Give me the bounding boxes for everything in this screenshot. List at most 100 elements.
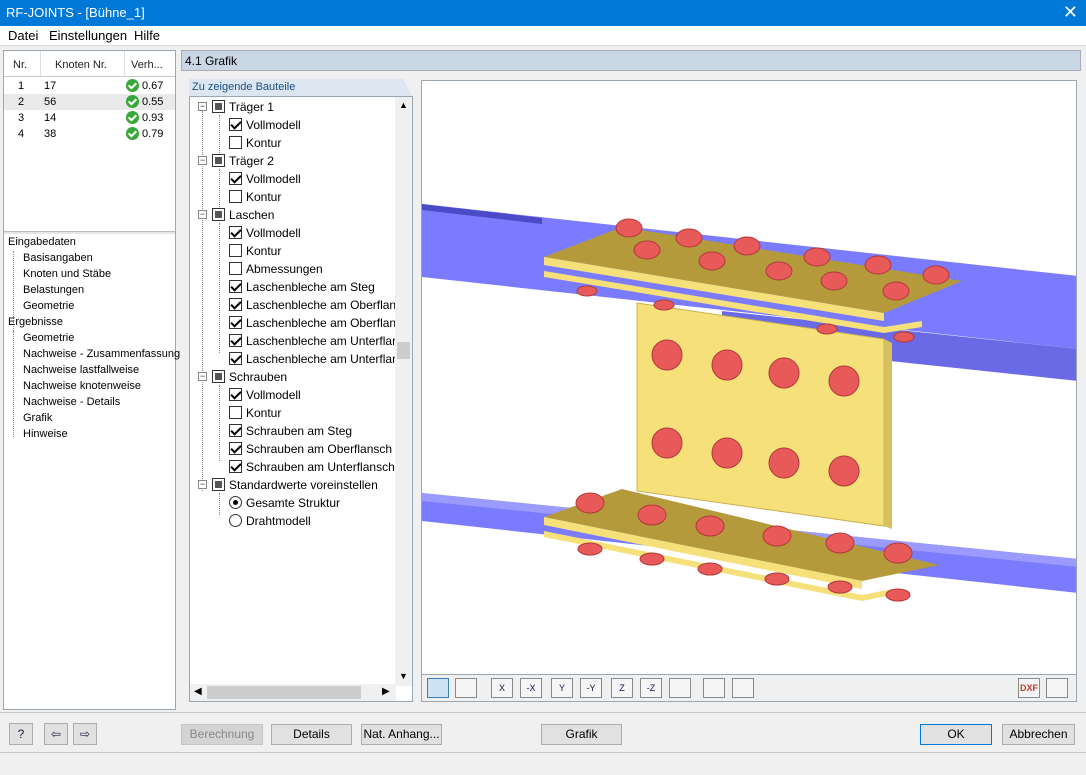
tree-item-label[interactable]: Vollmodell (246, 118, 301, 132)
tree-item-label[interactable]: Schrauben am Steg (246, 424, 352, 438)
nav-item-geometrie[interactable]: Geometrie (23, 300, 74, 312)
scroll-left-icon[interactable]: ◀ (194, 686, 202, 697)
radio-label[interactable]: Gesamte Struktur (246, 496, 340, 510)
nav-item-knoten-staebe[interactable]: Knoten und Stäbe (23, 268, 111, 280)
checkbox-laschen[interactable] (212, 208, 225, 221)
tree-item-label[interactable]: Kontur (246, 406, 281, 420)
tree-item-label[interactable]: Vollmodell (246, 172, 301, 186)
tree-item-label[interactable]: Kontur (246, 136, 281, 150)
checkbox-traeger1-kontur[interactable] (229, 136, 242, 149)
nav-item-geometrie-result[interactable]: Geometrie (23, 332, 74, 344)
tree-vertical-scrollbar[interactable]: ▲ ▼ (395, 97, 412, 686)
col-header-nr[interactable]: Nr. (4, 51, 40, 77)
collapse-icon[interactable]: − (198, 480, 207, 489)
checkbox-traeger2-vollmodell[interactable] (229, 172, 242, 185)
tree-item-label[interactable]: Laschenbleche am Steg (246, 280, 375, 294)
nav-item-lastfallweise[interactable]: Nachweise lastfallweise (23, 364, 139, 376)
export-icon[interactable]: ⇨ (73, 723, 97, 745)
tree-item-label[interactable]: Schrauben am Oberflansch (246, 442, 392, 456)
tree-item-label[interactable]: Laschenbleche am Unterflan (246, 334, 399, 348)
table-row[interactable]: 3 14 0.93 (4, 110, 175, 126)
view-neg-x-icon[interactable]: -X (520, 678, 542, 698)
collapse-icon[interactable]: − (198, 210, 207, 219)
details-button[interactable]: Details (271, 724, 352, 745)
checkbox-schrauben-kontur[interactable] (229, 406, 242, 419)
ok-button[interactable]: OK (920, 724, 992, 745)
tree-item-label[interactable]: Laschenbleche am Oberflans (246, 298, 402, 312)
tree-item-label[interactable]: Vollmodell (246, 226, 301, 240)
tab-zu-zeigende-bauteile[interactable]: Zu zeigende Bauteile (189, 79, 412, 96)
scroll-up-icon[interactable]: ▲ (399, 100, 408, 110)
checkbox-schrauben-unterflansch[interactable] (229, 460, 242, 473)
checkbox-schrauben-oberflansch[interactable] (229, 442, 242, 455)
menu-datei[interactable]: Datei (8, 28, 38, 43)
abbrechen-button[interactable]: Abbrechen (1002, 724, 1075, 745)
tree-item-label[interactable]: Vollmodell (246, 388, 301, 402)
radio-label[interactable]: Drahtmodell (246, 514, 311, 528)
tree-group-traeger2[interactable]: Träger 2 (229, 154, 274, 168)
checkbox-laschen-oberflansch-1[interactable] (229, 298, 242, 311)
tree-item-label[interactable]: Abmessungen (246, 262, 323, 276)
view-neg-y-icon[interactable]: -Y (580, 678, 602, 698)
view-iso-icon[interactable] (427, 678, 449, 698)
scroll-right-icon[interactable]: ▶ (382, 686, 390, 697)
checkbox-laschen-unterflansch-1[interactable] (229, 334, 242, 347)
checkbox-schrauben-vollmodell[interactable] (229, 388, 242, 401)
tree-item-label[interactable]: Kontur (246, 244, 281, 258)
view-z-icon[interactable]: Z (611, 678, 633, 698)
scroll-down-icon[interactable]: ▼ (399, 671, 408, 681)
checkbox-laschen-kontur[interactable] (229, 244, 242, 257)
view-x-icon[interactable]: X (491, 678, 513, 698)
nav-item-grafik[interactable]: Grafik (23, 412, 52, 424)
checkbox-traeger2-kontur[interactable] (229, 190, 242, 203)
view-neg-z-icon[interactable]: -Z (640, 678, 662, 698)
view-cube-icon[interactable] (669, 678, 691, 698)
berechnung-button[interactable]: Berechnung (181, 724, 263, 745)
layers-icon[interactable] (732, 678, 754, 698)
panel-splitter[interactable] (4, 231, 175, 234)
col-header-verh[interactable]: Verh... (124, 51, 175, 77)
checkbox-laschen-oberflansch-2[interactable] (229, 316, 242, 329)
dxf-export-icon[interactable]: DXF (1018, 678, 1040, 698)
nat-anhang-button[interactable]: Nat. Anhang... (361, 724, 442, 745)
checkbox-laschen-steg[interactable] (229, 280, 242, 293)
nav-item-details[interactable]: Nachweise - Details (23, 396, 120, 408)
checkbox-traeger1[interactable] (212, 100, 225, 113)
graphic-viewport[interactable] (421, 80, 1077, 675)
collapse-icon[interactable]: − (198, 372, 207, 381)
checkbox-laschen-abmessungen[interactable] (229, 262, 242, 275)
nav-item-zusammenfassung[interactable]: Nachweise - Zusammenfassung (23, 348, 180, 360)
collapse-icon[interactable]: − (198, 102, 207, 111)
checkbox-laschen-vollmodell[interactable] (229, 226, 242, 239)
collapse-icon[interactable]: − (198, 156, 207, 165)
tree-item-label[interactable]: Kontur (246, 190, 281, 204)
view-y-icon[interactable]: Y (551, 678, 573, 698)
checkbox-standardwerte[interactable] (212, 478, 225, 491)
view-text-icon[interactable] (455, 678, 477, 698)
radio-drahtmodell[interactable] (229, 514, 242, 527)
table-row[interactable]: 4 38 0.79 (4, 126, 175, 142)
import-icon[interactable]: ⇦ (44, 723, 68, 745)
nav-group-ergebnisse[interactable]: Ergebnisse (8, 316, 63, 328)
radio-gesamte-struktur[interactable] (229, 496, 242, 509)
checkbox-schrauben[interactable] (212, 370, 225, 383)
nav-group-eingabedaten[interactable]: Eingabedaten (8, 236, 76, 248)
table-row[interactable]: 1 17 0.67 (4, 78, 175, 94)
scrollbar-thumb[interactable] (397, 342, 410, 359)
table-row[interactable]: 2 56 0.55 (4, 94, 175, 110)
tree-item-label[interactable]: Schrauben am Unterflansch (246, 460, 395, 474)
menu-hilfe[interactable]: Hilfe (134, 28, 160, 43)
scrollbar-thumb[interactable] (207, 686, 361, 699)
tree-group-standardwerte[interactable]: Standardwerte voreinstellen (229, 478, 378, 492)
col-header-knoten[interactable]: Knoten Nr. (40, 51, 124, 77)
tree-horizontal-scrollbar[interactable]: ◀ ▶ (190, 684, 396, 701)
grafik-button[interactable]: Grafik (541, 724, 622, 745)
help-icon[interactable]: ? (9, 723, 33, 745)
nav-item-basisangaben[interactable]: Basisangaben (23, 252, 93, 264)
nav-item-belastungen[interactable]: Belastungen (23, 284, 84, 296)
tree-group-laschen[interactable]: Laschen (229, 208, 274, 222)
nav-item-hinweise[interactable]: Hinweise (23, 428, 68, 440)
checkbox-traeger2[interactable] (212, 154, 225, 167)
tree-group-traeger1[interactable]: Träger 1 (229, 100, 274, 114)
close-icon[interactable]: ✕ (1063, 2, 1078, 23)
